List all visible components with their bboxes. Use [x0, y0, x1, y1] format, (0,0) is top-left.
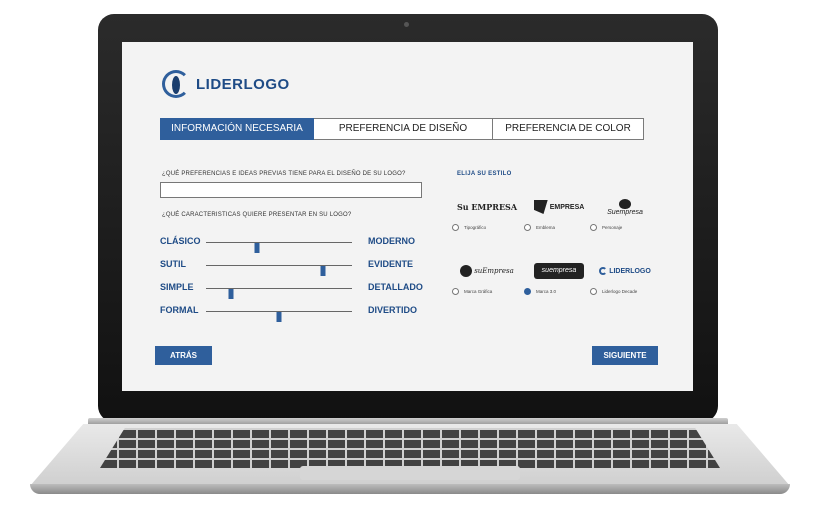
- style-option-label: Liderlogo Decade: [602, 289, 638, 294]
- style-sample-logo: EMPRESA: [549, 203, 585, 211]
- tab-preferencia-color[interactable]: PREFERENCIA DE COLOR: [493, 118, 644, 140]
- graphic-mark-icon: [460, 265, 473, 277]
- style-radio[interactable]: [524, 288, 531, 295]
- slider-thumb[interactable]: [254, 243, 260, 253]
- laptop-base-front: [30, 484, 790, 494]
- style-radio[interactable]: [590, 288, 597, 295]
- slider-right-label: MODERNO: [368, 236, 415, 246]
- style-option-personaje[interactable]: Suempresa Personaje: [590, 192, 660, 231]
- slider-left-label: FORMAL: [160, 305, 199, 315]
- style-sample-logo: suempresa: [534, 263, 584, 279]
- slider-left-label: SUTIL: [160, 259, 186, 269]
- style-option-label: Personaje: [602, 225, 623, 230]
- style-option-marca-3-0[interactable]: suempresa Marca 3.0: [524, 256, 594, 295]
- slider-track[interactable]: [206, 242, 352, 253]
- slider-clasico-moderno: CLÁSICO MODERNO: [160, 236, 430, 253]
- slider-thumb[interactable]: [276, 312, 282, 322]
- style-sample-logo: Suempresa: [607, 208, 643, 216]
- tab-bar: INFORMACIÓN NECESARIA PREFERENCIA DE DIS…: [160, 118, 644, 140]
- slider-track[interactable]: [206, 288, 352, 299]
- slider-track[interactable]: [206, 265, 352, 276]
- slider-right-label: DETALLADO: [368, 282, 423, 292]
- style-section-title: ELIJA SU ESTILO: [457, 171, 512, 177]
- style-sample-logo: suEmpresa: [474, 267, 514, 275]
- style-option-label: Marca Gráfica: [464, 289, 493, 294]
- style-option-emblema[interactable]: EMPRESA Emblema: [524, 192, 594, 231]
- slider-thumb[interactable]: [228, 289, 234, 299]
- style-radio[interactable]: [590, 224, 597, 231]
- tab-preferencia-diseno[interactable]: PREFERENCIA DE DISEÑO: [314, 118, 493, 140]
- style-option-label: Tipográfico: [464, 225, 487, 230]
- style-radio[interactable]: [452, 288, 459, 295]
- slider-thumb[interactable]: [320, 266, 326, 276]
- brand-logo[interactable]: LIDERLOGO: [162, 70, 290, 98]
- next-button[interactable]: SIGUIENTE: [592, 346, 658, 365]
- slider-right-label: EVIDENTE: [368, 259, 414, 269]
- style-option-tipografico[interactable]: Su EMPRESA Tipográfico: [452, 192, 522, 231]
- emblem-icon: [533, 200, 548, 214]
- brand-name: LIDERLOGO: [196, 75, 290, 93]
- camera-icon: [404, 22, 409, 27]
- ideas-input[interactable]: [160, 182, 422, 198]
- style-option-liderlogo-decade[interactable]: LIDERLOGO Liderlogo Decade: [590, 256, 660, 295]
- slider-formal-divertido: FORMAL DIVERTIDO: [160, 305, 430, 322]
- style-radio[interactable]: [452, 224, 459, 231]
- characteristics-question: ¿QUÉ CARACTERISTICAS QUIERE PRESENTAR EN…: [162, 212, 352, 218]
- slider-left-label: SIMPLE: [160, 282, 194, 292]
- slider-right-label: DIVERTIDO: [368, 305, 418, 315]
- style-radio[interactable]: [524, 224, 531, 231]
- back-button[interactable]: ATRÁS: [155, 346, 212, 365]
- screen: LIDERLOGO INFORMACIÓN NECESARIA PREFEREN…: [122, 42, 693, 391]
- style-option-marca-grafica[interactable]: suEmpresa Marca Gráfica: [452, 256, 522, 295]
- slider-sutil-evidente: SUTIL EVIDENTE: [160, 259, 430, 276]
- style-option-label: Emblema: [536, 225, 556, 230]
- style-sample-logo: Su EMPRESA: [456, 202, 518, 212]
- style-option-label: Marca 3.0: [536, 289, 557, 294]
- ideas-question: ¿QUÉ PREFERENCIAS E IDEAS PREVIAS TIENE …: [162, 171, 406, 177]
- liderlogo-icon: [599, 267, 608, 275]
- brand-logo-icon: [162, 70, 190, 98]
- tab-informacion-necesaria[interactable]: INFORMACIÓN NECESARIA: [160, 118, 314, 140]
- keyboard: [100, 428, 720, 468]
- slider-left-label: CLÁSICO: [160, 236, 201, 246]
- slider-track[interactable]: [206, 311, 352, 322]
- slider-simple-detallado: SIMPLE DETALLADO: [160, 282, 430, 299]
- style-sample-logo: LIDERLOGO: [609, 267, 651, 275]
- touchpad: [300, 466, 520, 480]
- bear-icon: [618, 198, 631, 209]
